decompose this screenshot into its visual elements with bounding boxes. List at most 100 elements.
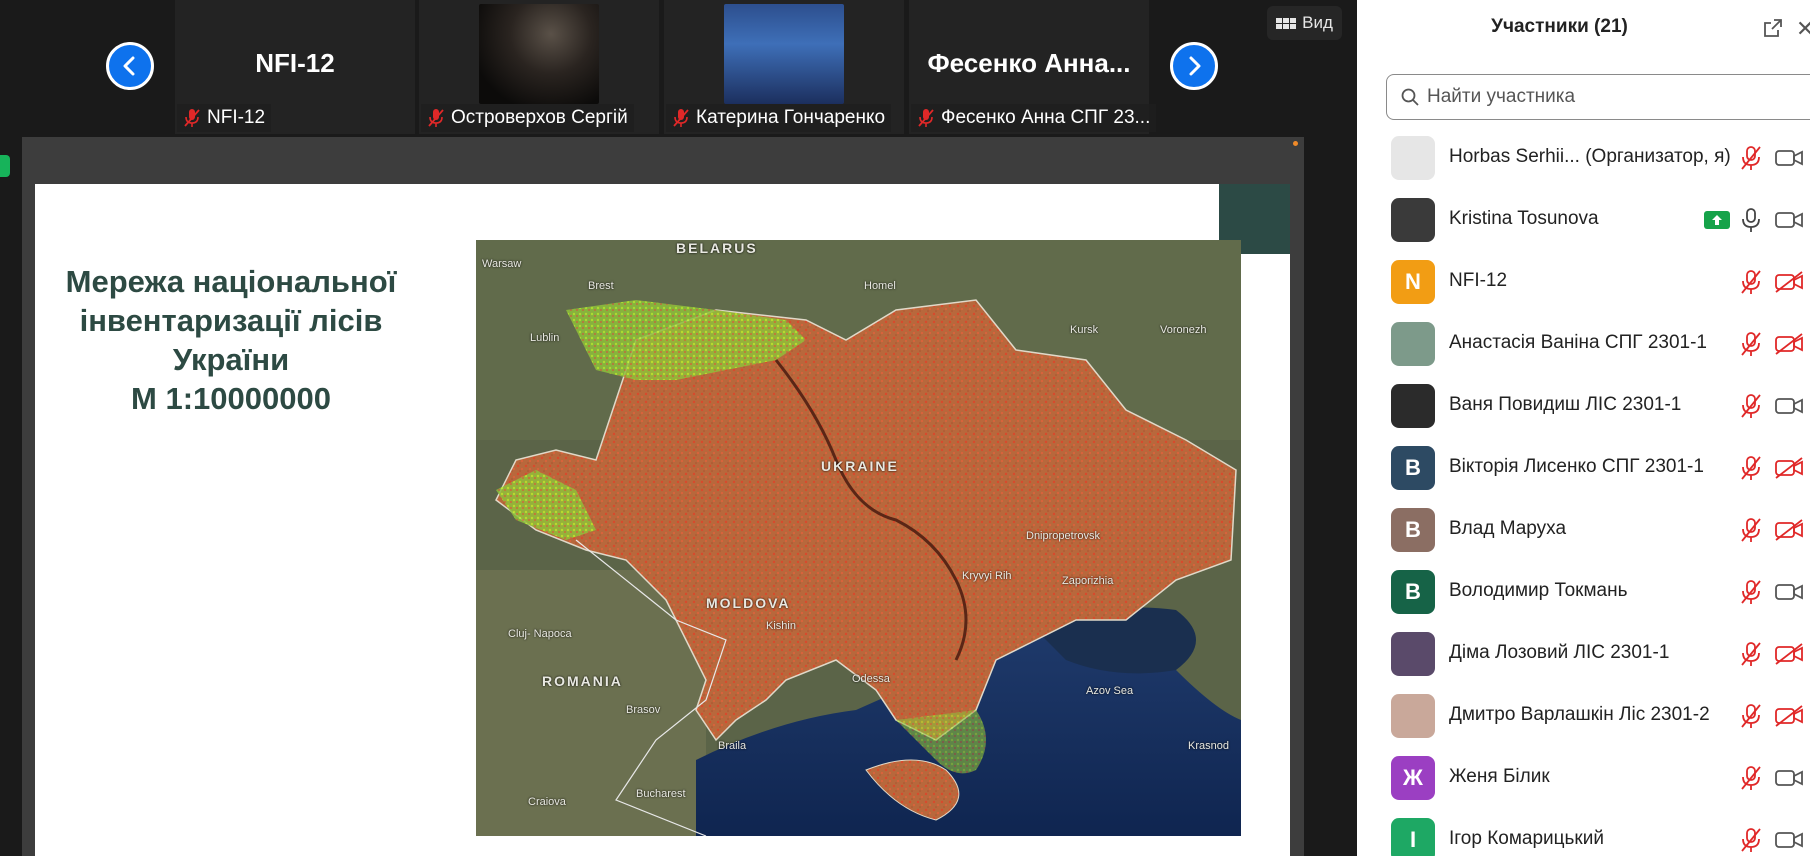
- participant-row[interactable]: B Вікторія Лисенко СПГ 2301-1: [1357, 437, 1810, 499]
- camera-off-icon[interactable]: [1774, 332, 1804, 356]
- camera-icon[interactable]: [1774, 828, 1804, 852]
- avatar: [1391, 384, 1435, 428]
- previous-page-button[interactable]: [106, 42, 154, 90]
- next-page-button[interactable]: [1170, 42, 1218, 90]
- camera-icon[interactable]: [1774, 580, 1804, 604]
- mic-off-icon: [673, 109, 689, 127]
- participant-name: Володимир Токмань: [1449, 580, 1628, 601]
- map-label: UKRAINE: [821, 458, 899, 474]
- participant-row[interactable]: В Влад Маруха: [1357, 499, 1810, 561]
- mic-off-icon: [918, 109, 934, 127]
- chevron-left-icon: [123, 56, 135, 76]
- camera-off-icon[interactable]: [1774, 518, 1804, 542]
- grid-icon: [1276, 17, 1297, 29]
- map-label: Craiova: [528, 796, 566, 808]
- participant-row[interactable]: Дмитро Варлашкін Ліс 2301-2: [1357, 685, 1810, 747]
- avatar: [1391, 694, 1435, 738]
- tile-label: Фесенко Анна СПГ 23...: [911, 104, 1157, 132]
- mic-off-icon[interactable]: [1740, 765, 1762, 791]
- mic-off-icon[interactable]: [1740, 393, 1762, 419]
- mic-off-icon[interactable]: [1740, 517, 1762, 543]
- avatar-initial: B: [1405, 455, 1421, 480]
- participant-search[interactable]: [1386, 74, 1810, 120]
- participant-row[interactable]: В Володимир Токмань: [1357, 561, 1810, 623]
- video-tile[interactable]: NFI-12 NFI-12: [175, 0, 415, 134]
- share-screen-icon: [1704, 211, 1730, 229]
- map-label: Warsaw: [482, 258, 522, 270]
- camera-icon[interactable]: [1774, 766, 1804, 790]
- chevron-right-icon: [1189, 56, 1201, 76]
- mic-off-icon[interactable]: [1740, 145, 1762, 171]
- avatar: [1391, 198, 1435, 242]
- mic-off-icon[interactable]: [1740, 703, 1762, 729]
- mic-off-icon[interactable]: [1740, 827, 1762, 853]
- participant-row[interactable]: Ваня Повидиш ЛІС 2301-1: [1357, 375, 1810, 437]
- camera-icon[interactable]: [1774, 394, 1804, 418]
- view-button[interactable]: Вид: [1267, 6, 1342, 40]
- mic-off-icon[interactable]: [1740, 455, 1762, 481]
- slide-title: Мережа національної інвентаризації лісів…: [36, 262, 426, 418]
- camera-icon[interactable]: [1774, 146, 1804, 170]
- video-thumbnail: [724, 4, 844, 104]
- participant-name: Вікторія Лисенко СПГ 2301-1: [1449, 456, 1704, 477]
- zoom-window: Вид NFI-12 NFI-12 Островерхов Сергій Кат…: [0, 0, 1810, 856]
- camera-off-icon[interactable]: [1774, 270, 1804, 294]
- video-tile[interactable]: Фесенко Анна... Фесенко Анна СПГ 23...: [909, 0, 1157, 134]
- camera-off-icon[interactable]: [1774, 704, 1804, 728]
- tile-label-text: Катерина Гончаренко: [696, 107, 886, 128]
- participant-row[interactable]: N NFI-12: [1357, 251, 1810, 313]
- participant-row[interactable]: Horbas Serhii... (Организатор, я): [1357, 127, 1810, 189]
- slide-title-line: Мережа національної: [65, 264, 397, 299]
- tile-label-text: Островерхов Сергій: [451, 107, 628, 128]
- ukraine-forest-map: BELARUS UKRAINE MOLDOVA ROMANIA Warsaw B…: [476, 240, 1241, 836]
- video-tile[interactable]: Островерхов Сергій: [419, 0, 659, 134]
- tile-label: NFI-12: [177, 104, 272, 132]
- camera-icon[interactable]: [1774, 208, 1804, 232]
- mic-off-icon[interactable]: [1740, 269, 1762, 295]
- map-label: Brest: [588, 280, 614, 292]
- video-tile[interactable]: Катерина Гончаренко: [664, 0, 904, 134]
- participant-name: Женя Білик: [1449, 766, 1550, 787]
- view-button-label: Вид: [1302, 13, 1333, 32]
- participant-row[interactable]: Діма Лозовий ЛІС 2301-1: [1357, 623, 1810, 685]
- avatar: [1391, 322, 1435, 366]
- participant-row[interactable]: Ж Женя Білик: [1357, 747, 1810, 809]
- slide-title-line: інвентаризації лісів: [79, 303, 383, 338]
- avatar-initial: N: [1405, 269, 1421, 294]
- tile-name-text: Фесенко Анна...: [927, 48, 1131, 78]
- map-label: Dnipropetrovsk: [1026, 530, 1100, 542]
- close-icon[interactable]: ✕: [1796, 16, 1810, 42]
- map-label: Brasov: [626, 704, 661, 716]
- camera-off-icon[interactable]: [1774, 456, 1804, 480]
- avatar-initial: В: [1405, 579, 1421, 604]
- map-label: Azov Sea: [1086, 685, 1134, 697]
- map-label: Braila: [718, 740, 747, 752]
- popout-icon[interactable]: [1763, 18, 1783, 38]
- participant-row[interactable]: Kristina Tosunova: [1357, 189, 1810, 251]
- map-graphic: [476, 240, 1241, 836]
- camera-off-icon[interactable]: [1774, 642, 1804, 666]
- mic-off-icon[interactable]: [1740, 579, 1762, 605]
- search-input[interactable]: [1427, 86, 1787, 108]
- tile-label-text: NFI-12: [207, 107, 266, 128]
- avatar: B: [1391, 446, 1435, 490]
- tile-label-text: Фесенко Анна СПГ 23...: [941, 107, 1151, 128]
- participant-name: Дмитро Варлашкін Ліс 2301-2: [1449, 704, 1710, 725]
- avatar-initial: В: [1405, 517, 1421, 542]
- mic-on-icon[interactable]: [1740, 207, 1762, 233]
- participant-name: Kristina Tosunova: [1449, 208, 1599, 229]
- avatar: [1391, 136, 1435, 180]
- mic-off-icon[interactable]: [1740, 331, 1762, 357]
- map-label: Kryvyi Rih: [962, 570, 1012, 582]
- participant-row[interactable]: Анастасія Ваніна СПГ 2301-1: [1357, 313, 1810, 375]
- avatar: Ж: [1391, 756, 1435, 800]
- avatar: І: [1391, 818, 1435, 856]
- search-icon: [1401, 88, 1419, 106]
- participant-row[interactable]: І Ігор Комарицький: [1357, 809, 1810, 856]
- participant-name: Ігор Комарицький: [1449, 828, 1604, 849]
- participant-name: Ваня Повидиш ЛІС 2301-1: [1449, 394, 1682, 415]
- mic-off-icon[interactable]: [1740, 641, 1762, 667]
- map-label: Krasnod: [1188, 740, 1229, 752]
- video-thumbnail: [479, 4, 599, 104]
- status-dot: [1293, 141, 1298, 146]
